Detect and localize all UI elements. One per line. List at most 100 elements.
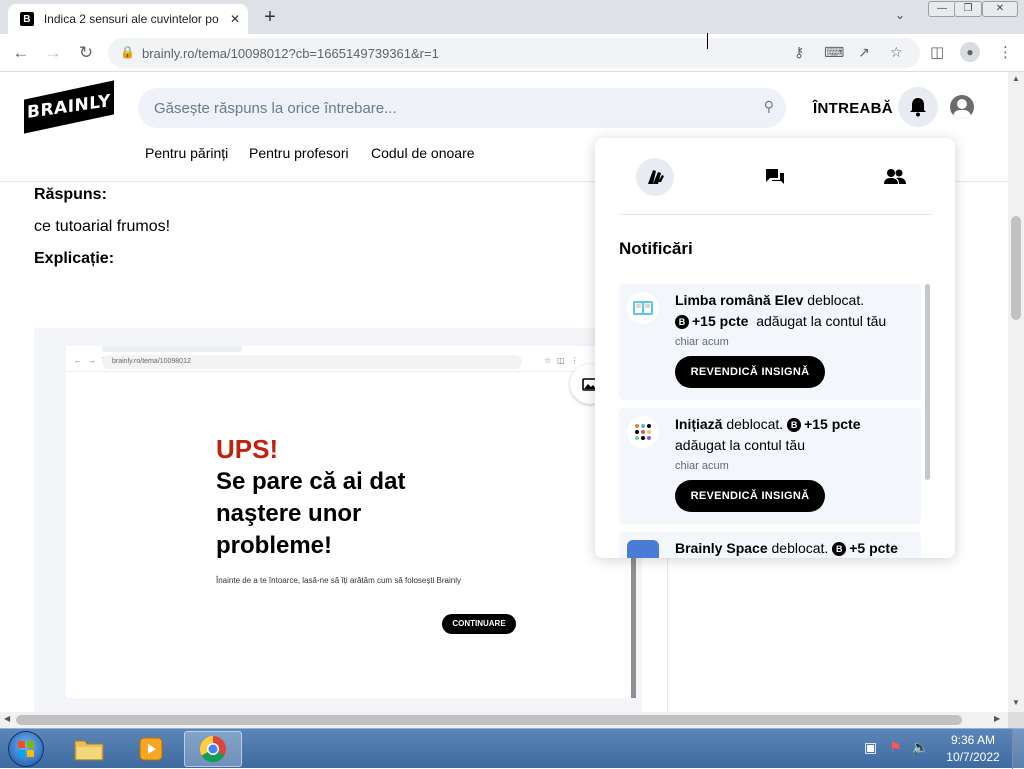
embedded-url: brainly.ro/tema/10098012	[102, 355, 522, 369]
hands-celebrate-icon	[648, 170, 664, 184]
answer-label: Răspuns:	[34, 186, 107, 203]
notifications-scrollbar[interactable]	[925, 284, 930, 480]
scroll-left-arrow-icon[interactable]: ◀	[4, 714, 10, 723]
lock-icon[interactable]: 🔒	[120, 45, 135, 59]
folder-icon	[74, 740, 104, 761]
notification-card: Brainly Space deblocat. B +5 pcte	[619, 532, 921, 558]
points-award: B +5 pcte	[832, 538, 898, 558]
points-icon: B	[787, 418, 802, 432]
notification-time: chiar acum	[675, 336, 729, 348]
chat-bubbles-icon	[766, 169, 784, 184]
search-input[interactable]	[154, 97, 744, 119]
chrome-icon	[199, 735, 226, 763]
error-subtext: Înainte de a te întoarce, lasă-ne să îți…	[216, 576, 462, 585]
bookmark-star-icon[interactable]: ☆	[890, 44, 903, 61]
share-icon[interactable]: ↗	[858, 44, 870, 61]
text-cursor-icon	[707, 33, 713, 49]
scrollbar-corner	[1008, 712, 1024, 728]
ups-heading: UPS!	[216, 434, 279, 464]
colored-dots-icon	[627, 416, 659, 448]
address-bar[interactable]: 🔒 brainly.ro/tema/10098012?cb=1665149739…	[108, 38, 920, 68]
tab-strip: B Indica 2 sensuri ale cuvintelor po ✕ +…	[0, 0, 1024, 34]
tab-close-icon[interactable]: ✕	[230, 12, 240, 26]
tab-title: Indica 2 sensuri ale cuvintelor po	[43, 12, 219, 26]
logo-text: BRAINLY	[27, 91, 111, 123]
browser-tab[interactable]: B Indica 2 sensuri ale cuvintelor po ✕	[8, 4, 248, 34]
menu-kebab-icon[interactable]: ⋮	[998, 43, 1013, 61]
ask-question-button[interactable]: ÎNTREABĂ	[813, 100, 893, 117]
bell-icon	[910, 98, 926, 117]
media-player-icon	[139, 737, 163, 761]
points-suffix: adăugat la contul tău	[675, 437, 805, 453]
profile-icon[interactable]: ●	[960, 42, 980, 62]
key-icon[interactable]: ⚷	[794, 44, 804, 61]
scroll-right-arrow-icon[interactable]: ▶	[994, 714, 1000, 723]
browser-toolbar: ← → ↻ 🔒 brainly.ro/tema/10098012?cb=1665…	[0, 34, 1024, 72]
windows-logo-icon	[18, 741, 34, 757]
vertical-scroll-thumb[interactable]	[1011, 216, 1021, 320]
brainly-favicon-icon: B	[20, 12, 34, 26]
tab-notifications[interactable]	[636, 158, 674, 196]
search-bar[interactable]: ⚲	[138, 88, 786, 128]
continue-button: CONTINUARE	[442, 614, 516, 634]
space-badge-icon	[627, 540, 659, 558]
window-close-button[interactable]: ✕	[982, 1, 1018, 17]
notification-time: chiar acum	[675, 460, 729, 472]
tab-search-chevron-icon[interactable]: ⌄	[895, 8, 905, 22]
explanation-label: Explicație:	[34, 250, 115, 267]
volume-icon[interactable]: 🔈	[912, 739, 929, 755]
scroll-up-arrow-icon[interactable]: ▲	[1012, 74, 1020, 83]
error-headline: Se pare că ai dat naştere unor probleme!	[216, 468, 406, 559]
taskbar-chrome[interactable]	[184, 731, 242, 767]
clock-date[interactable]: 10/7/2022	[944, 750, 1002, 764]
points-icon: B	[675, 315, 689, 329]
brainly-logo[interactable]: BRAINLY	[24, 80, 114, 134]
taskbar-media-player[interactable]	[122, 731, 180, 767]
notification-message: Brainly Space deblocat. B +5 pcte	[675, 538, 915, 558]
tabs-divider	[619, 214, 931, 215]
notifications-button[interactable]	[898, 87, 938, 127]
embedded-toolbar: ←→↻ brainly.ro/tema/10098012 ☆◫⋮	[66, 352, 636, 372]
badge-status: deblocat.	[771, 540, 829, 556]
url-text[interactable]: brainly.ro/tema/10098012?cb=166514973936…	[142, 46, 439, 61]
notification-message: Inițiază deblocat. B +15 pcte adăugat la …	[675, 414, 915, 456]
taskbar-explorer[interactable]	[60, 731, 118, 767]
points-suffix: adăugat la contul tău	[756, 313, 887, 329]
claim-badge-button[interactable]: REVENDICĂ INSIGNĂ	[675, 356, 825, 388]
nav-link-parents[interactable]: Pentru părinți	[145, 145, 228, 161]
notification-card: Inițiază deblocat. B +15 pcte adăugat la …	[619, 408, 921, 524]
brainly-page: BRAINLY ⚲ ÎNTREABĂ Pentru părinți Pentru…	[0, 72, 1008, 712]
forward-arrow-icon[interactable]: →	[42, 42, 64, 64]
nav-link-honor-code[interactable]: Codul de onoare	[371, 145, 475, 161]
action-center-flag-icon[interactable]: ⚑	[889, 739, 902, 755]
answer-attachment-image[interactable]: ←→↻ brainly.ro/tema/10098012 ☆◫⋮ UPS! Se…	[34, 328, 642, 712]
answer-text: ce tutoarial frumos!	[34, 218, 171, 235]
tab-friends[interactable]	[876, 158, 914, 196]
embedded-toolbar-icons: ☆◫⋮	[544, 356, 585, 365]
badge-name: Inițiază	[675, 416, 723, 432]
new-tab-button[interactable]: +	[258, 6, 282, 30]
notifications-title: Notificări	[619, 239, 693, 258]
horizontal-scrollbar[interactable]: ◀ ▶	[0, 712, 1008, 728]
tab-messages[interactable]	[756, 158, 794, 196]
scroll-down-arrow-icon[interactable]: ▼	[1012, 698, 1020, 707]
notification-card: Limba română Elev deblocat. B +15 pcte ad…	[619, 284, 921, 400]
show-desktop-button[interactable]	[1012, 729, 1024, 769]
nav-link-teachers[interactable]: Pentru profesori	[249, 145, 349, 161]
search-icon[interactable]: ⚲	[764, 98, 774, 115]
restore-button[interactable]: ❐	[954, 1, 982, 17]
windows-taskbar: ▣ ⚑ 🔈 9:36 AM 10/7/2022	[0, 728, 1024, 769]
horizontal-scroll-thumb[interactable]	[16, 715, 962, 725]
start-button[interactable]	[8, 731, 44, 767]
vertical-scrollbar[interactable]: ▲ ▼	[1008, 72, 1024, 712]
translate-icon[interactable]: ⌨	[824, 44, 844, 61]
minimize-button[interactable]: —	[928, 1, 956, 17]
user-avatar[interactable]	[950, 95, 974, 119]
side-panel-icon[interactable]: ◫	[930, 43, 944, 61]
back-arrow-icon[interactable]: ←	[10, 42, 32, 64]
points-award: B +15 pcte	[675, 311, 748, 332]
network-icon[interactable]: ▣	[864, 739, 877, 755]
claim-badge-button[interactable]: REVENDICĂ INSIGNĂ	[675, 480, 825, 512]
clock-time[interactable]: 9:36 AM	[950, 733, 996, 747]
reload-icon[interactable]: ↻	[75, 42, 97, 64]
